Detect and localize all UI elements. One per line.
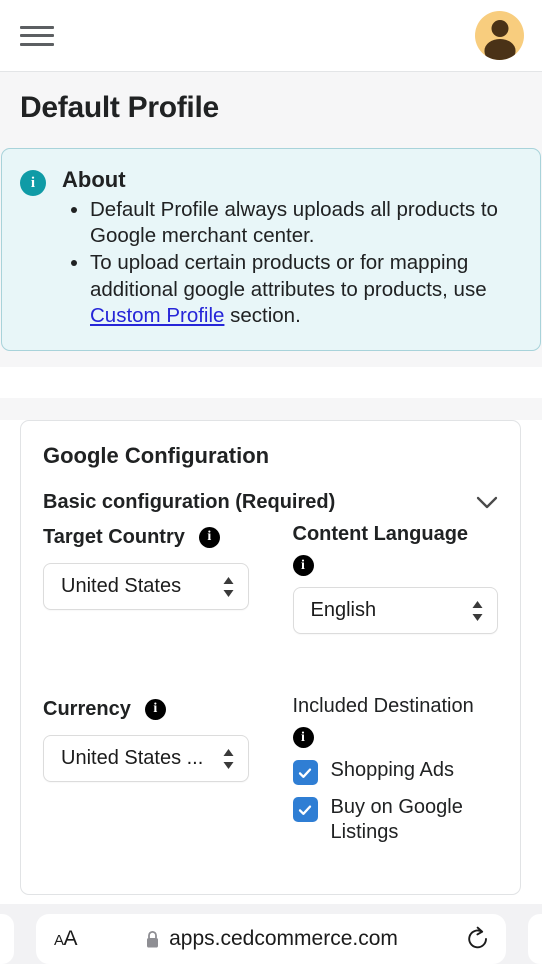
hamburger-line <box>20 25 54 29</box>
hamburger-line <box>20 42 54 46</box>
target-country-label: Target Country <box>43 525 185 548</box>
currency-label: Currency <box>43 697 131 720</box>
text-size-large-a: A <box>63 927 78 950</box>
basic-configuration-section-header[interactable]: Basic configuration (Required) <box>43 491 498 514</box>
avatar-body-shape <box>484 39 515 60</box>
user-avatar-icon[interactable] <box>475 11 524 60</box>
hamburger-menu-icon[interactable] <box>20 23 54 49</box>
buy-on-google-listings-checkbox-row[interactable]: Buy on Google Listings <box>292 795 499 845</box>
buy-on-google-listings-label: Buy on Google Listings <box>330 796 463 844</box>
text-size-small-a: A <box>54 932 64 949</box>
about-banner-title: About <box>62 167 126 192</box>
shopping-ads-checkbox[interactable] <box>292 760 318 785</box>
browser-bottom-bar: AA apps.cedcommerce.com <box>0 904 542 964</box>
shopping-ads-checkbox-row[interactable]: Shopping Ads <box>292 758 499 785</box>
content-language-value: English <box>310 599 377 621</box>
app-header-bar <box>0 0 542 72</box>
currency-label-row: Currency i <box>43 694 249 724</box>
mobile-browser-viewport: Default Profile i About Default Profile … <box>0 0 542 964</box>
hamburger-line <box>20 34 54 37</box>
content-language-info-icon[interactable]: i <box>292 555 314 576</box>
target-country-label-row: Target Country i <box>43 522 249 552</box>
currency-field: Currency i United States ... <box>43 694 271 845</box>
currency-select[interactable]: United States ... <box>43 735 249 782</box>
target-country-value: United States <box>61 575 182 597</box>
google-configuration-card: Google Configuration Basic configuration… <box>20 420 521 895</box>
avatar-head-shape <box>491 20 508 37</box>
tab-stub-previous[interactable] <box>0 914 14 964</box>
tab-stub-next[interactable] <box>528 914 542 964</box>
about-banner-list: Default Profile always uploads all produ… <box>62 197 522 329</box>
info-circle-icon: i <box>20 170 46 196</box>
bullet-text: Default Profile always uploads all produ… <box>90 198 498 248</box>
bullet-text: To upload certain products or for mappin… <box>90 251 487 301</box>
content-language-field: Content Language i English <box>271 522 499 634</box>
reload-icon[interactable] <box>466 926 490 952</box>
chevron-down-icon[interactable] <box>476 496 498 510</box>
stepper-updown-icon <box>223 576 233 597</box>
target-country-field: Target Country i United States <box>43 522 271 634</box>
lock-icon <box>147 930 159 947</box>
url-display[interactable]: apps.cedcommerce.com <box>77 927 466 951</box>
target-country-select[interactable]: United States <box>43 563 249 610</box>
list-item: Default Profile always uploads all produ… <box>90 197 522 249</box>
check-icon <box>298 767 312 778</box>
included-destination-field: Included Destination i Shopping Ads Buy … <box>271 694 499 845</box>
currency-value: United States ... <box>61 747 204 769</box>
check-icon <box>298 804 312 815</box>
text-size-button[interactable]: AA <box>54 927 78 951</box>
bullet-text-tail: section. <box>224 303 301 327</box>
target-country-info-icon[interactable]: i <box>198 526 220 548</box>
row-spacer <box>43 634 498 694</box>
stepper-updown-icon <box>223 748 233 769</box>
content-language-select[interactable]: English <box>292 587 498 634</box>
content-language-label-row: Content Language i <box>292 522 499 576</box>
shopping-ads-label: Shopping Ads <box>330 759 454 781</box>
included-destination-info-icon[interactable]: i <box>292 727 314 748</box>
basic-configuration-label: Basic configuration (Required) <box>43 491 336 513</box>
address-bar[interactable]: AA apps.cedcommerce.com <box>36 914 506 964</box>
included-destination-label: Included Destination <box>292 695 474 717</box>
content-language-label: Content Language <box>292 523 469 545</box>
section-gap <box>0 398 542 420</box>
about-banner-wrapper: i About Default Profile always uploads a… <box>0 144 542 368</box>
page-title-band: Default Profile <box>0 72 542 144</box>
card-title: Google Configuration <box>43 443 270 468</box>
config-row-1: Target Country i United States Content L… <box>43 522 498 634</box>
currency-info-icon[interactable]: i <box>144 698 166 720</box>
stepper-updown-icon <box>472 600 483 621</box>
config-row-2: Currency i United States ... Included De… <box>43 694 498 845</box>
custom-profile-link[interactable]: Custom Profile <box>90 304 224 327</box>
buy-on-google-listings-checkbox[interactable] <box>292 797 318 822</box>
about-banner-body: About Default Profile always uploads all… <box>62 167 522 330</box>
url-text: apps.cedcommerce.com <box>169 927 398 950</box>
included-destination-label-row: Included Destination i <box>292 694 499 748</box>
about-banner: i About Default Profile always uploads a… <box>1 148 541 352</box>
list-item: To upload certain products or for mappin… <box>90 250 522 329</box>
page-title: Default Profile <box>20 91 219 124</box>
